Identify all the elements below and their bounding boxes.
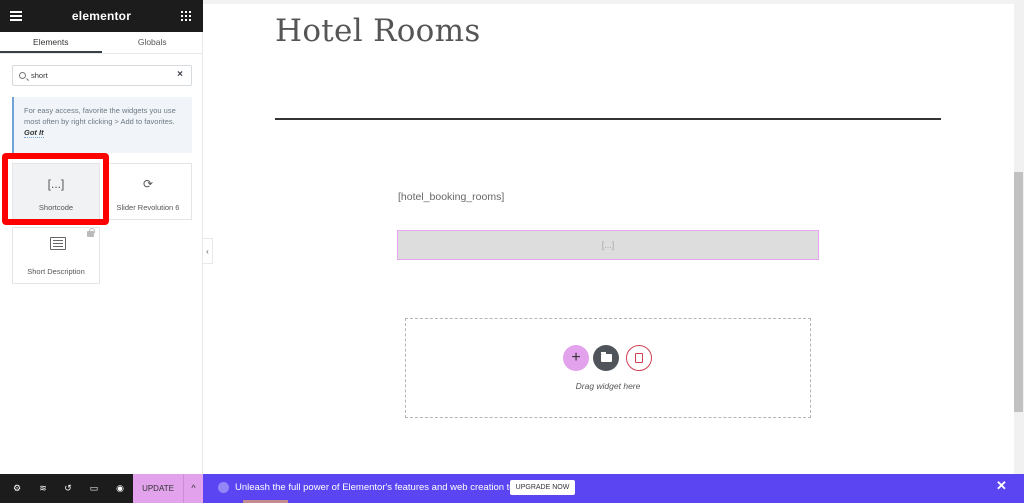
widgets-grid-icon[interactable] (181, 11, 191, 21)
search-input[interactable] (31, 68, 171, 83)
brand-logo: elementor (71, 9, 132, 23)
lock-icon (87, 228, 95, 237)
banner-text: Unleash the full power of Elementor's fe… (235, 482, 530, 493)
divider-line (275, 118, 941, 120)
canvas-top-bar (203, 0, 1024, 4)
layers-icon[interactable]: ≋ (38, 483, 48, 493)
search-icon (19, 72, 26, 79)
tip-text: For easy access, favorite the widgets yo… (24, 106, 176, 126)
highlight-box (2, 153, 109, 225)
preview-eye-icon[interactable]: ◉ (115, 483, 125, 493)
search-box: × (12, 65, 192, 86)
got-it-link[interactable]: Got It (24, 128, 44, 138)
responsive-icon[interactable]: ▭ (89, 483, 99, 493)
folder-icon[interactable] (593, 345, 619, 371)
refresh-icon: ⟳ (142, 177, 154, 191)
info-icon (218, 482, 229, 493)
update-options-chevron-icon[interactable]: ^ (183, 474, 203, 503)
close-icon[interactable]: ✕ (996, 478, 1007, 494)
clear-search-icon[interactable]: × (177, 69, 183, 80)
history-icon[interactable]: ↺ (63, 483, 73, 493)
widget-slider-revolution[interactable]: ⟳ Slider Revolution 6 (104, 163, 192, 220)
page-title[interactable]: Hotel Rooms (275, 13, 481, 49)
collapse-panel-button[interactable]: ‹ (203, 238, 213, 264)
tab-globals[interactable]: Globals (102, 32, 204, 53)
shortcode-widget-placeholder[interactable]: [...] (397, 230, 819, 260)
settings-icon[interactable]: ⚙ (12, 483, 22, 493)
drag-widget-hint: Drag widget here (575, 381, 641, 391)
add-section-button[interactable]: + (563, 345, 589, 371)
tab-elements[interactable]: Elements (0, 32, 102, 53)
menu-icon[interactable] (10, 11, 22, 21)
description-icon (50, 237, 66, 250)
update-button[interactable]: UPDATE (133, 474, 183, 503)
widget-label: Slider Revolution 6 (116, 203, 180, 212)
widget-label: Short Description (27, 267, 85, 276)
upgrade-now-button[interactable]: UPGRADE NOW (510, 480, 575, 495)
panel-tabs: Elements Globals (0, 32, 203, 54)
shortcode-text[interactable]: [hotel_booking_rooms] (398, 191, 504, 203)
template-icon[interactable] (626, 345, 652, 371)
favorites-tip: For easy access, favorite the widgets yo… (12, 97, 192, 153)
scrollbar-thumb[interactable] (1014, 172, 1023, 412)
panel-header: elementor (0, 0, 203, 32)
